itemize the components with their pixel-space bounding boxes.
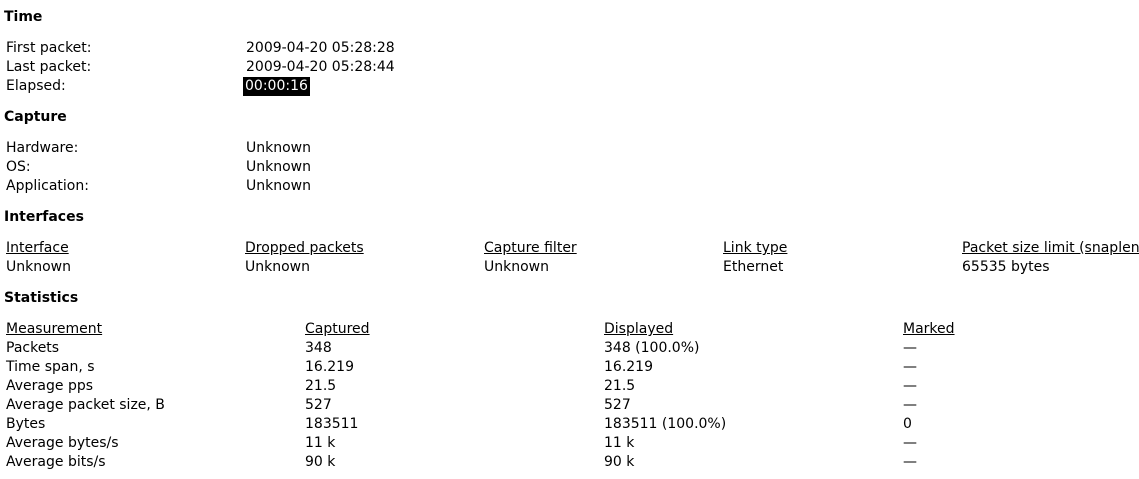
stat-measurement: Average bytes/s bbox=[6, 435, 119, 451]
interface-value: Unknown bbox=[6, 259, 71, 275]
stat-displayed: 16.219 bbox=[604, 359, 653, 375]
elapsed-value-selected[interactable]: 00:00:16 bbox=[243, 77, 310, 96]
stat-marked: 0 bbox=[903, 416, 912, 432]
stat-captured: 16.219 bbox=[305, 359, 354, 375]
os-row: OS: Unknown bbox=[0, 158, 1139, 177]
stat-displayed: 11 k bbox=[604, 435, 635, 451]
elapsed-label: Elapsed: bbox=[6, 78, 66, 94]
statistics-section-title: Statistics bbox=[4, 290, 79, 306]
statistics-header-row: Measurement Captured Displayed Marked bbox=[0, 320, 1139, 339]
time-section-title: Time bbox=[4, 9, 43, 25]
stat-captured: 348 bbox=[305, 340, 332, 356]
table-row: Packets 348 348 (100.0%) — bbox=[0, 339, 1139, 358]
capture-section-title: Capture bbox=[4, 109, 67, 125]
snaplen-value: 65535 bytes bbox=[962, 259, 1050, 275]
stats-header-captured: Captured bbox=[305, 321, 370, 337]
interfaces-header-filter: Capture filter bbox=[484, 240, 577, 256]
stats-header-measurement: Measurement bbox=[6, 321, 103, 337]
application-row: Application: Unknown bbox=[0, 177, 1139, 196]
interfaces-header-interface: Interface bbox=[6, 240, 69, 256]
table-row: Average bytes/s 11 k 11 k — bbox=[0, 434, 1139, 453]
stat-captured: 527 bbox=[305, 397, 332, 413]
dropped-packets-value: Unknown bbox=[245, 259, 310, 275]
interfaces-header-linktype: Link type bbox=[723, 240, 788, 256]
stat-displayed: 21.5 bbox=[604, 378, 636, 394]
os-label: OS: bbox=[6, 159, 31, 175]
stat-measurement: Average bits/s bbox=[6, 454, 106, 470]
table-row: Average packet size, B 527 527 — bbox=[0, 396, 1139, 415]
first-packet-label: First packet: bbox=[6, 40, 92, 56]
application-label: Application: bbox=[6, 178, 89, 194]
elapsed-row: Elapsed: 00:00:16 bbox=[0, 77, 1139, 96]
stats-header-displayed: Displayed bbox=[604, 321, 674, 337]
interfaces-header-row: Interface Dropped packets Capture filter… bbox=[0, 239, 1139, 258]
hardware-row: Hardware: Unknown bbox=[0, 139, 1139, 158]
stat-displayed: 348 (100.0%) bbox=[604, 340, 700, 356]
link-type-value: Ethernet bbox=[723, 259, 784, 275]
stat-measurement: Average packet size, B bbox=[6, 397, 165, 413]
first-packet-value: 2009-04-20 05:28:28 bbox=[246, 40, 395, 56]
stat-measurement: Average pps bbox=[6, 378, 94, 394]
table-row: Average bits/s 90 k 90 k — bbox=[0, 453, 1139, 472]
stat-captured: 90 k bbox=[305, 454, 336, 470]
stats-header-marked: Marked bbox=[903, 321, 955, 337]
stat-marked: — bbox=[903, 397, 917, 413]
stat-marked: — bbox=[903, 340, 917, 356]
stat-measurement: Time span, s bbox=[6, 359, 95, 375]
stat-displayed: 527 bbox=[604, 397, 631, 413]
hardware-label: Hardware: bbox=[6, 140, 79, 156]
table-row: Time span, s 16.219 16.219 — bbox=[0, 358, 1139, 377]
interfaces-section-title: Interfaces bbox=[4, 209, 84, 225]
stat-captured: 183511 bbox=[305, 416, 359, 432]
interfaces-header-dropped: Dropped packets bbox=[245, 240, 364, 256]
last-packet-value: 2009-04-20 05:28:44 bbox=[246, 59, 395, 75]
stat-captured: 11 k bbox=[305, 435, 336, 451]
stat-displayed: 90 k bbox=[604, 454, 635, 470]
table-row: Bytes 183511 183511 (100.0%) 0 bbox=[0, 415, 1139, 434]
last-packet-label: Last packet: bbox=[6, 59, 92, 75]
application-value: Unknown bbox=[246, 178, 311, 194]
first-packet-row: First packet: 2009-04-20 05:28:28 bbox=[0, 39, 1139, 58]
stat-marked: — bbox=[903, 378, 917, 394]
stat-displayed: 183511 (100.0%) bbox=[604, 416, 727, 432]
stat-marked: — bbox=[903, 435, 917, 451]
stat-measurement: Packets bbox=[6, 340, 60, 356]
interfaces-data-row: Unknown Unknown Unknown Ethernet 65535 b… bbox=[0, 258, 1139, 277]
capture-filter-value: Unknown bbox=[484, 259, 549, 275]
stat-marked: — bbox=[903, 454, 917, 470]
hardware-value: Unknown bbox=[246, 140, 311, 156]
stat-marked: — bbox=[903, 359, 917, 375]
os-value: Unknown bbox=[246, 159, 311, 175]
stat-captured: 21.5 bbox=[305, 378, 337, 394]
stat-measurement: Bytes bbox=[6, 416, 46, 432]
interfaces-header-snaplen: Packet size limit (snaplen) bbox=[962, 240, 1139, 256]
table-row: Average pps 21.5 21.5 — bbox=[0, 377, 1139, 396]
last-packet-row: Last packet: 2009-04-20 05:28:44 bbox=[0, 58, 1139, 77]
